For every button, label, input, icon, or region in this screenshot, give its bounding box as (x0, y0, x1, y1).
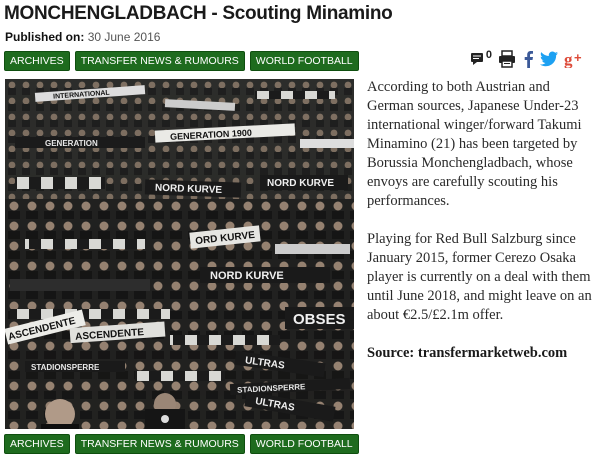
scarf-text-5: NORD KURVE (267, 178, 334, 189)
svg-text:+: + (574, 50, 582, 65)
published-date: 30 June 2016 (87, 30, 161, 44)
category-tags-top: ARCHIVES TRANSFER NEWS & RUMOURS WORLD F… (4, 51, 359, 71)
twitter-share-button[interactable] (540, 51, 558, 67)
print-icon (499, 50, 515, 68)
article-body: According to both Austrian and German so… (367, 78, 595, 382)
twitter-icon (540, 51, 558, 67)
published-label: Published on: (5, 30, 85, 44)
google-plus-share-button[interactable]: g + (564, 50, 586, 68)
article-paragraph-1: According to both Austrian and German so… (367, 79, 582, 209)
published-info: Published on: 30 June 2016 (5, 30, 160, 44)
facebook-share-button[interactable] (522, 50, 534, 68)
tag-world-football[interactable]: WORLD FOOTBALL (249, 51, 359, 71)
scarf-text-8: OBSES (293, 311, 346, 328)
facebook-icon (524, 51, 533, 68)
share-toolbar: 0 g + (470, 47, 586, 71)
article-photo: INTERNATIONAL GENERATION GENERATION 1900… (5, 79, 354, 429)
category-tags-bottom: ARCHIVES TRANSFER NEWS & RUMOURS WORLD F… (4, 434, 359, 454)
comment-button[interactable]: 0 (470, 49, 492, 66)
comment-icon (470, 53, 483, 65)
scarf-text-2: GENERATION (45, 139, 98, 148)
tag-archives[interactable]: ARCHIVES (4, 51, 70, 71)
article-paragraph-2: Playing for Red Bull Salzburg since Janu… (367, 231, 592, 323)
tag-world-football[interactable]: WORLD FOOTBALL (249, 434, 359, 454)
comment-count: 0 (485, 49, 492, 61)
print-button[interactable] (498, 50, 516, 68)
scarf-text-7: NORD KURVE (210, 270, 284, 282)
scarf-text-4: NORD KURVE (155, 183, 223, 196)
google-plus-icon: g + (564, 50, 582, 68)
page-title: MONCHENGLADBACH - Scouting Minamino (4, 3, 393, 24)
tag-transfer-news[interactable]: TRANSFER NEWS & RUMOURS (74, 51, 245, 71)
svg-text:g: g (564, 50, 573, 68)
scarf-text-11: STADIONSPERRE (31, 363, 100, 372)
tag-transfer-news[interactable]: TRANSFER NEWS & RUMOURS (74, 434, 245, 454)
fans-with-scarves-image: INTERNATIONAL GENERATION GENERATION 1900… (5, 79, 354, 429)
article-source: Source: transfermarketweb.com (367, 345, 568, 361)
tag-archives[interactable]: ARCHIVES (4, 434, 70, 454)
